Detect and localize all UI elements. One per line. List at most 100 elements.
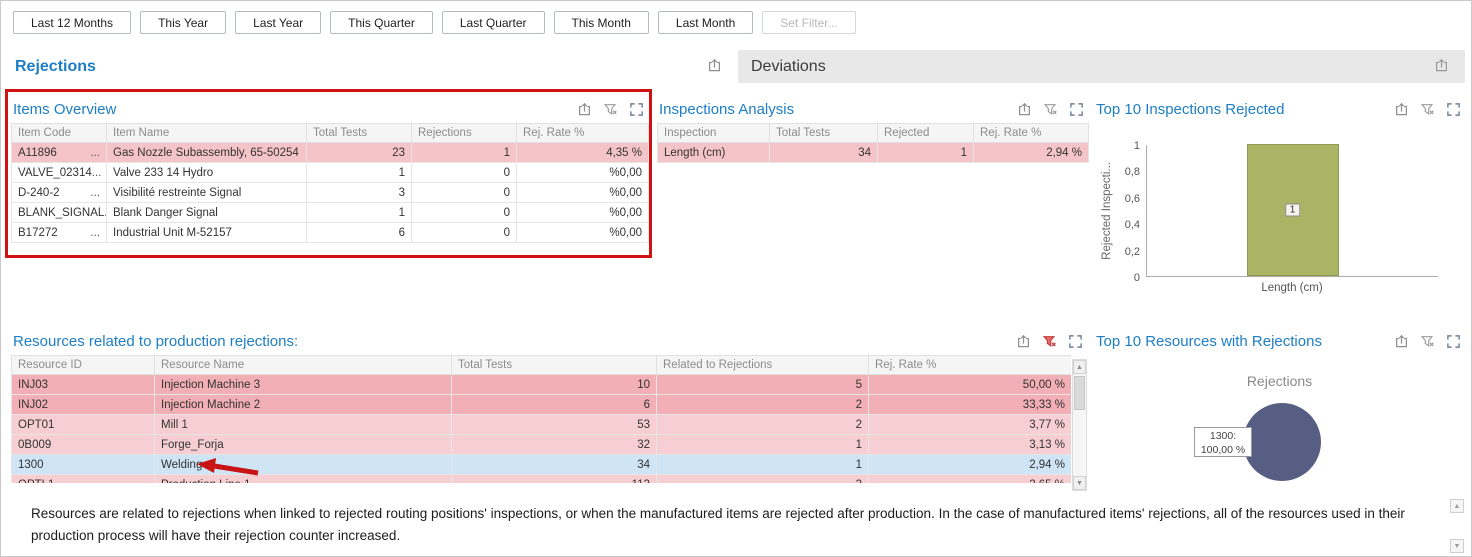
col-total-tests[interactable]: Total Tests bbox=[452, 356, 657, 375]
col-rej-rate[interactable]: Rej. Rate % bbox=[869, 356, 1072, 375]
table-row[interactable]: OPT01 Mill 1 53 2 3,77 % bbox=[12, 415, 1072, 435]
rej-rate: 3,13 % bbox=[869, 435, 1072, 455]
table-row[interactable]: INJ03 Injection Machine 3 10 5 50,00 % bbox=[12, 375, 1072, 395]
filter-last-year[interactable]: Last Year bbox=[235, 11, 321, 34]
col-item-name[interactable]: Item Name bbox=[107, 124, 307, 143]
table-row[interactable]: VALVE_02314... Valve 233 14 Hydro 1 0 %0… bbox=[12, 163, 649, 183]
footer-scroll-down-button[interactable]: ▼ bbox=[1450, 539, 1464, 553]
inspections-analysis-toolbar bbox=[1017, 102, 1084, 117]
y-tick: 0 bbox=[1134, 272, 1140, 284]
table-row[interactable]: INJ02 Injection Machine 2 6 2 33,33 % bbox=[12, 395, 1072, 415]
items-overview-table: Item Code Item Name Total Tests Rejectio… bbox=[11, 123, 649, 243]
table-header-row: Resource ID Resource Name Total Tests Re… bbox=[12, 356, 1072, 375]
scroll-down-button[interactable]: ▼ bbox=[1073, 476, 1086, 490]
items-overview-panel: Items Overview Item Code Item Name Total… bbox=[11, 93, 648, 243]
rejections-dashboard: Last 12 Months This Year Last Year This … bbox=[0, 0, 1472, 557]
export-icon[interactable] bbox=[1394, 102, 1409, 117]
rejections: 0 bbox=[412, 223, 517, 243]
expand-icon[interactable] bbox=[629, 102, 644, 117]
rejections: 0 bbox=[412, 163, 517, 183]
item-code: B17272 bbox=[18, 227, 58, 239]
rej-rate: %0,00 bbox=[517, 203, 649, 223]
col-rej-rate[interactable]: Rej. Rate % bbox=[974, 124, 1089, 143]
table-row[interactable]: Length (cm) 34 1 2,94 % bbox=[658, 143, 1089, 163]
expand-icon[interactable] bbox=[1069, 102, 1084, 117]
resource-name: Injection Machine 2 bbox=[155, 395, 452, 415]
clear-filter-icon[interactable] bbox=[1042, 334, 1057, 349]
export-icon[interactable] bbox=[577, 102, 592, 117]
col-inspection[interactable]: Inspection bbox=[658, 124, 770, 143]
export-icon[interactable] bbox=[1016, 334, 1031, 349]
rejected: 1 bbox=[878, 143, 974, 163]
related-to-rejections: 1 bbox=[657, 455, 869, 475]
callout-line2: 100,00 % bbox=[1195, 443, 1251, 457]
y-axis-title: Rejected Inspecti... bbox=[1101, 162, 1113, 260]
filter-last-12-months[interactable]: Last 12 Months bbox=[13, 11, 131, 34]
col-resource-id[interactable]: Resource ID bbox=[12, 356, 155, 375]
col-total-tests[interactable]: Total Tests bbox=[770, 124, 878, 143]
resources-toolbar bbox=[1016, 334, 1083, 349]
tab-rejections[interactable]: Rejections bbox=[1, 50, 738, 83]
export-icon[interactable] bbox=[1394, 334, 1409, 349]
rej-rate: 4,35 % bbox=[517, 143, 649, 163]
y-tick: 0,6 bbox=[1125, 193, 1140, 205]
clear-filter-icon[interactable] bbox=[1420, 334, 1435, 349]
expand-icon[interactable] bbox=[1446, 102, 1461, 117]
filter-last-quarter[interactable]: Last Quarter bbox=[442, 11, 545, 34]
related-to-rejections: 1 bbox=[657, 435, 869, 455]
pie-chart-heading: Rejections bbox=[1094, 373, 1465, 389]
table-row[interactable]: B17272... Industrial Unit M-52157 6 0 %0… bbox=[12, 223, 649, 243]
col-rej-rate[interactable]: Rej. Rate % bbox=[517, 124, 649, 143]
export-icon[interactable] bbox=[707, 58, 722, 73]
scroll-up-button[interactable]: ▲ bbox=[1073, 360, 1086, 374]
filter-this-quarter[interactable]: This Quarter bbox=[330, 11, 433, 34]
col-resource-name[interactable]: Resource Name bbox=[155, 356, 452, 375]
footer-scroll-up-button[interactable]: ▲ bbox=[1450, 499, 1464, 513]
table-row-selected[interactable]: 1300 Welding 34 1 2,94 % bbox=[12, 455, 1072, 475]
rej-rate: 3,77 % bbox=[869, 415, 1072, 435]
related-to-rejections: 2 bbox=[657, 395, 869, 415]
clear-filter-icon[interactable] bbox=[1043, 102, 1058, 117]
top10-resources-toolbar bbox=[1394, 334, 1461, 349]
truncation-ellipsis: ... bbox=[92, 167, 102, 179]
resources-title: Resources related to production rejectio… bbox=[13, 333, 298, 350]
rej-rate: 2,65 % bbox=[869, 475, 1072, 484]
expand-icon[interactable] bbox=[1068, 334, 1083, 349]
col-rejections[interactable]: Rejections bbox=[412, 124, 517, 143]
col-related-to-rejections[interactable]: Related to Rejections bbox=[657, 356, 869, 375]
export-icon[interactable] bbox=[1017, 102, 1032, 117]
filter-last-month[interactable]: Last Month bbox=[658, 11, 753, 34]
total-tests: 113 bbox=[452, 475, 657, 484]
tab-deviations[interactable]: Deviations bbox=[738, 50, 1465, 83]
rej-rate: 33,33 % bbox=[869, 395, 1072, 415]
items-overview-toolbar bbox=[577, 102, 644, 117]
table-row[interactable]: 0B009 Forge_Forja 32 1 3,13 % bbox=[12, 435, 1072, 455]
vertical-scrollbar[interactable]: ▲ ▼ bbox=[1072, 359, 1087, 491]
tab-rejections-label: Rejections bbox=[1, 58, 96, 76]
col-rejected[interactable]: Rejected bbox=[878, 124, 974, 143]
bar-length-cm[interactable]: 1 bbox=[1247, 144, 1339, 276]
scrollbar-thumb[interactable] bbox=[1074, 376, 1085, 410]
col-item-code[interactable]: Item Code bbox=[12, 124, 107, 143]
related-to-rejections: 5 bbox=[657, 375, 869, 395]
filter-set-filter: Set Filter... bbox=[762, 11, 855, 34]
filter-this-month[interactable]: This Month bbox=[554, 11, 649, 34]
resource-id: OPTL1 bbox=[12, 475, 155, 484]
clear-filter-icon[interactable] bbox=[603, 102, 618, 117]
resource-name: Mill 1 bbox=[155, 415, 452, 435]
filter-this-year[interactable]: This Year bbox=[140, 11, 226, 34]
table-row[interactable]: D-240-2... Visibilité restreinte Signal … bbox=[12, 183, 649, 203]
table-row[interactable]: BLANK_SIGNAL... Blank Danger Signal 1 0 … bbox=[12, 203, 649, 223]
col-total-tests[interactable]: Total Tests bbox=[307, 124, 412, 143]
pie-slice-1300[interactable] bbox=[1243, 403, 1321, 481]
clear-filter-icon[interactable] bbox=[1420, 102, 1435, 117]
tab-bar: Rejections Deviations bbox=[1, 50, 1471, 83]
export-icon[interactable] bbox=[1434, 58, 1449, 73]
table-row[interactable]: A11896... Gas Nozzle Subassembly, 65-502… bbox=[12, 143, 649, 163]
expand-icon[interactable] bbox=[1446, 334, 1461, 349]
table-row-clipped[interactable]: OPTL1 Production Line 1 113 3 2,65 % bbox=[12, 475, 1072, 484]
pie-callout-label: 1300: 100,00 % bbox=[1194, 427, 1252, 457]
y-tick: 0,8 bbox=[1125, 166, 1140, 178]
related-to-rejections: 3 bbox=[657, 475, 869, 484]
resources-panel: Resources related to production rejectio… bbox=[11, 325, 1087, 493]
